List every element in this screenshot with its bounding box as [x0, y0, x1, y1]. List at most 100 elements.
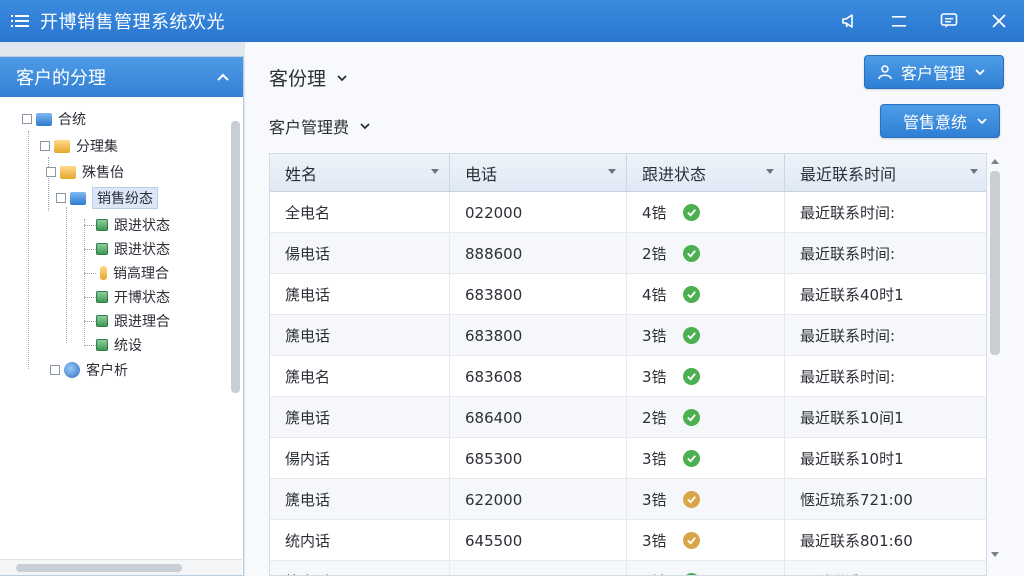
sales-settings-button[interactable]: 管售意统 — [880, 104, 1000, 138]
cell-last-contact: 最近联系10时1 — [800, 450, 904, 468]
check-circle-icon — [682, 204, 700, 221]
tree-item[interactable]: 统设 — [96, 334, 142, 356]
status-text: 4锆 — [642, 204, 667, 222]
subtitle-dropdown[interactable]: 客户管理费 — [269, 114, 371, 138]
hamburger-menu-button[interactable] — [0, 0, 40, 42]
check-circle-icon — [682, 245, 700, 262]
cell-phone: 888600 — [450, 233, 627, 274]
table-row[interactable]: 篪电话 622000 3锆 惬近琉系721:00 — [270, 479, 986, 520]
collapse-toggle-icon[interactable] — [46, 167, 56, 177]
collapse-toggle-icon[interactable] — [22, 114, 32, 124]
status-text: 3锆 — [642, 491, 667, 509]
cell-last-contact: 惬近琉系721:00 — [800, 491, 913, 509]
table-row[interactable]: 篪电名 683608 3锆 最近联系时间: — [270, 356, 986, 397]
cell-status: 3锆 — [627, 315, 785, 356]
cell-phone: 683608 — [450, 356, 627, 397]
scroll-down-arrow-icon[interactable] — [991, 552, 999, 557]
minimize-icon — [892, 16, 906, 27]
sidebar-horizontal-scrollbar[interactable] — [0, 559, 242, 575]
table-row[interactable]: 偒电话 888600 2锆 最近联系时间: — [270, 233, 986, 274]
tree-item[interactable]: 殊售佁 — [46, 161, 124, 183]
status-text: 4锆 — [642, 286, 667, 304]
status-text: 2锆 — [642, 245, 667, 263]
table-vertical-scrollbar[interactable] — [987, 153, 1003, 561]
page-title: 客份理 — [269, 68, 327, 90]
table-row[interactable]: 篪电话 683800 4锆 最近联系40时1 — [270, 274, 986, 315]
tree-item[interactable]: 客户析 — [50, 359, 128, 381]
cell-last-contact: 最近联系时间: — [800, 204, 896, 222]
column-header-name[interactable]: 姓名 — [270, 154, 450, 192]
sidebar-panel: 客户的分理 合统 分理集 殊售佁 销售纷态 跟进状态 跟进状态 销高理合 开博状… — [0, 56, 244, 576]
folder-icon — [60, 165, 76, 179]
cell-last-contact: 最近联系801:60 — [800, 532, 913, 550]
tree-item[interactable]: 跟进状态 — [96, 214, 170, 236]
sort-arrow-icon[interactable] — [608, 169, 616, 174]
scroll-up-arrow-icon[interactable] — [991, 159, 999, 164]
collapse-toggle-icon[interactable] — [50, 365, 60, 375]
status-text: 3锆 — [642, 327, 667, 345]
customer-management-button[interactable]: 客户管理 — [864, 55, 1004, 89]
check-circle-icon — [682, 286, 700, 303]
cell-last-contact: 最近联系40时1 — [800, 286, 904, 304]
sort-arrow-icon[interactable] — [431, 169, 439, 174]
tree-item[interactable]: 跟进理合 — [96, 310, 170, 332]
cell-phone: 022000 — [450, 192, 627, 233]
collapse-toggle-icon[interactable] — [56, 193, 66, 203]
cell-last-contact: 最近联系时间: — [800, 368, 896, 386]
tree-item-selected[interactable]: 销售纷态 — [56, 187, 158, 209]
scrollbar-thumb[interactable] — [16, 564, 182, 572]
close-icon — [992, 14, 1006, 28]
cell-status: 3锆 — [627, 438, 785, 479]
tree-item[interactable]: 跟进状态 — [96, 238, 170, 260]
cell-phone: 683800 — [450, 274, 627, 315]
cell-name: 篪电名 — [270, 356, 450, 397]
scrollbar-thumb[interactable] — [231, 121, 240, 393]
folder-icon — [54, 139, 70, 153]
column-header-status[interactable]: 跟进状态 — [627, 154, 785, 192]
cell-phone: 685300 — [450, 438, 627, 479]
sidebar-title: 客户的分理 — [16, 68, 106, 89]
table-row[interactable]: 篪电话 686400 2锆 最近联系10间1 — [270, 397, 986, 438]
sidebar-header[interactable]: 客户的分理 — [0, 57, 243, 97]
user-icon — [878, 65, 892, 80]
status-text: 3锆 — [642, 571, 667, 575]
table-row[interactable]: 偒内话 685300 3锆 最近联系10时1 — [270, 438, 986, 479]
sidebar-vertical-scrollbar[interactable] — [229, 107, 241, 559]
page-title-dropdown[interactable]: 客份理 — [269, 64, 348, 91]
column-header-last-contact[interactable]: 最近联系时间 — [785, 154, 986, 192]
sort-arrow-icon[interactable] — [970, 169, 978, 174]
cell-status: 3锆 — [627, 561, 785, 575]
table-row[interactable]: 篪电话685300 3锆 最近联系401:00 — [270, 561, 986, 575]
sort-arrow-icon[interactable] — [766, 169, 774, 174]
announce-button[interactable] — [824, 0, 874, 42]
check-circle-icon — [682, 409, 700, 426]
tree-item[interactable]: 合统 — [22, 108, 86, 130]
folder-icon — [36, 112, 52, 126]
check-circle-icon — [682, 327, 700, 344]
main-content: 客份理 客户管理费 客户管理 管售意统 姓名 电话 跟进状态 最近联系时间 全电… — [245, 42, 1024, 576]
tree-item[interactable]: 开博状态 — [96, 286, 170, 308]
chevron-up-icon[interactable] — [215, 69, 231, 85]
table-row[interactable]: 全电名 022000 4锆 最近联系时间: — [270, 192, 986, 233]
megaphone-icon — [842, 14, 853, 28]
check-circle-icon — [682, 450, 700, 467]
cell-last-contact: 最近联系401:00 — [785, 561, 986, 575]
minimize-button[interactable] — [874, 0, 924, 42]
table-row[interactable]: 篪电话 683800 3锆 最近联系时间: — [270, 315, 986, 356]
cell-status: 3锆 — [627, 479, 785, 520]
chat-button[interactable] — [924, 0, 974, 42]
collapse-toggle-icon[interactable] — [40, 141, 50, 151]
chat-icon — [940, 13, 958, 28]
cell-status: 4锆 — [627, 192, 785, 233]
tree-item[interactable]: 销高理合 — [96, 262, 169, 284]
app-title: 开博销售管理系统欢光 — [40, 12, 225, 33]
hamburger-icon — [11, 15, 29, 27]
close-button[interactable] — [974, 0, 1024, 42]
table-row[interactable]: 统内话 645500 3锆 最近联系801:60 — [270, 520, 986, 561]
column-header-phone[interactable]: 电话 — [450, 154, 627, 192]
cell-phone: 685300 — [450, 561, 627, 575]
subtitle: 客户管理费 — [269, 118, 350, 137]
tree-item[interactable]: 分理集 — [40, 135, 118, 157]
scrollbar-thumb[interactable] — [990, 171, 1000, 355]
globe-icon — [64, 362, 80, 378]
